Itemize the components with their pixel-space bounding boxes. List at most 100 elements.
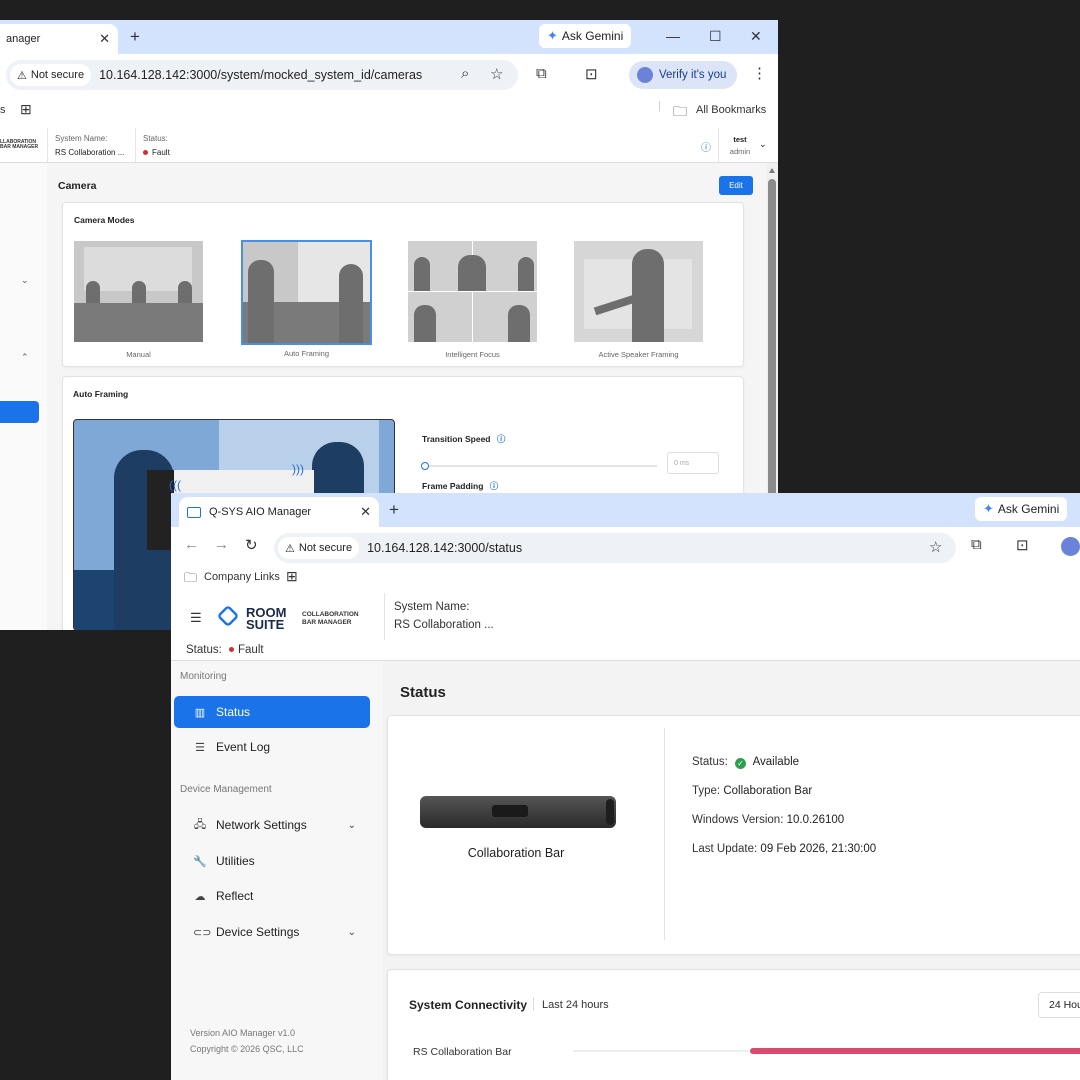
sidebar-section-device-management: Device Management [180,784,272,795]
not-secure-chip[interactable]: ⚠ Not secure [278,537,360,559]
all-bookmarks-link[interactable]: All Bookmarks [696,104,766,116]
apps-grid-icon[interactable]: ⊞ [286,568,298,585]
zoom-search-icon[interactable]: ⌕ [461,65,469,82]
mode-active-speaker-thumbnail[interactable] [574,241,703,342]
mode-auto-framing-thumbnail[interactable] [241,240,372,345]
gemini-star-icon: ✦ [983,501,994,516]
ask-gemini-button[interactable]: ✦ Ask Gemini [539,24,632,48]
sidebar-item-reflect[interactable]: ☁ Reflect [174,880,370,912]
app-header: LLABORATION BAR MANAGER System Name: RS … [0,128,778,163]
device-name: Collaboration Bar [467,846,565,860]
bookmark-star-icon[interactable]: ☆ [929,538,942,556]
logo-suite: SUITE [246,617,285,632]
extensions-icon[interactable]: ⧉ [536,65,547,82]
slider-thumb[interactable] [421,462,429,470]
folder-icon: 🗀 [673,103,687,119]
close-tab-icon[interactable]: ✕ [360,504,371,520]
frame-padding-label: Frame Padding [422,481,484,491]
url-text: 10.164.128.142:3000/system/mocked_system… [99,68,423,82]
system-name-block: System Name: RS Collaboration ... [394,601,494,631]
not-secure-chip[interactable]: ⚠ Not secure [10,64,92,86]
connectivity-bar [750,1048,1080,1054]
bookmark-item[interactable]: s [0,104,6,116]
profile-avatar-icon[interactable] [1061,537,1080,556]
sidebar-item-event-log[interactable]: ☰ Event Log [174,731,370,763]
tab-camera-page[interactable]: anager ✕ [0,24,118,54]
apps-grid-icon[interactable]: ⊞ [20,101,32,118]
mode-intelligent-focus-thumbnail[interactable] [408,241,537,342]
menu-kebab-icon[interactable]: ⋮ [752,64,767,82]
ask-gemini-label: Ask Gemini [561,29,624,43]
info-icon[interactable]: ⓘ [497,434,506,444]
detail-status-label: Status: [692,756,728,768]
transition-speed-value: 0 ms [674,459,690,467]
chevron-down-icon[interactable]: ⌄ [759,139,767,150]
logo-subtitle: COLLABORATION BAR MANAGER [302,611,359,627]
chevron-down-icon[interactable]: ⌄ [348,820,356,831]
back-arrow-icon[interactable]: ← [184,536,199,553]
tab-title: Q-SYS AIO Manager [209,506,312,518]
status-main: Status Collaboration Bar Status: ✓ Avail… [383,661,1080,1080]
version-text: Version AIO Manager v1.0 [190,1028,296,1038]
new-tab-icon[interactable]: + [130,27,140,47]
close-tab-icon[interactable]: ✕ [99,31,110,47]
time-range-select[interactable]: 24 Hou [1038,992,1080,1018]
sidebar-partial: ⌄ ⌃ [0,163,47,630]
help-icon[interactable]: ⓘ [701,139,711,154]
extensions-icon[interactable]: ⧉ [971,536,982,553]
connectivity-row-label: RS Collaboration Bar [413,1046,512,1058]
forward-arrow-icon[interactable]: → [214,536,229,553]
close-window-icon[interactable]: ✕ [750,28,762,45]
mode-manual-thumbnail[interactable] [74,241,203,342]
sidebar-item-camera-active[interactable] [0,401,39,423]
info-icon[interactable]: ⓘ [490,481,499,491]
sidebar-item-utilities[interactable]: 🔧 Utilities [174,845,370,877]
room-suite-wordmark: ROOM SUITE [246,606,286,632]
tab-status-page[interactable]: Q-SYS AIO Manager ✕ [179,497,379,527]
transition-speed-slider[interactable] [421,462,657,470]
copyright-text: Copyright © 2026 QSC, LLC [190,1044,304,1054]
cloud-icon: ☁ [194,890,206,903]
divider: | [658,100,661,112]
sidebar-item-label: Status [216,705,251,719]
lens-search-icon[interactable]: ⊡ [1016,536,1029,554]
status-block: Status: Fault [186,644,264,656]
address-bar[interactable]: ⚠ Not secure 10.164.128.142:3000/system/… [6,60,518,90]
frame-padding-row: Frame Padding ⓘ [422,480,498,492]
minimize-icon[interactable]: — [666,28,680,44]
url-text: 10.164.128.142:3000/status [367,541,523,555]
chevron-down-icon[interactable]: ⌄ [21,275,29,286]
connectivity-range-label: Last 24 hours [542,999,609,1011]
sidebar-item-network-settings[interactable]: 🖧 Network Settings ⌄ [174,809,370,841]
company-links-bookmark[interactable]: Company Links [204,571,280,583]
maximize-icon[interactable]: ☐ [709,28,722,45]
sidebar-item-label: Reflect [216,889,254,903]
transition-speed-label: Transition Speed [422,434,491,444]
system-name-value: RS Collaboration ... [55,148,125,157]
status-browser-window: Q-SYS AIO Manager ✕ + ✦ Ask Gemini ← → ↻… [171,493,1080,1080]
fault-dot-icon [143,150,148,156]
bookmark-star-icon[interactable]: ☆ [490,65,503,83]
chevron-up-icon[interactable]: ⌃ [21,352,29,363]
warning-icon: ⚠ [17,69,27,82]
mode-intelligent-focus-label: Intelligent Focus [445,350,500,359]
detail-windows-value: 10.0.26100 [786,814,845,826]
sidebar-toggle-icon[interactable]: ☰ [190,610,202,626]
address-bar[interactable]: ⚠ Not secure 10.164.128.142:3000/status … [274,533,956,563]
status-label: Status: [143,134,168,143]
list-icon: ☰ [195,741,205,754]
transition-speed-input[interactable]: 0 ms [667,452,719,474]
edit-button[interactable]: Edit [719,176,753,195]
fault-dot-icon [229,647,235,653]
detail-windows-label: Windows Version: [692,814,784,826]
user-menu[interactable]: test admin [726,135,754,156]
ask-gemini-button[interactable]: ✦ Ask Gemini [975,497,1068,521]
sidebar-item-device-settings[interactable]: ⊂⊃ Device Settings ⌄ [174,916,370,948]
sidebar-item-status[interactable]: ▥ Status [174,696,370,728]
new-tab-icon[interactable]: + [389,500,399,520]
chevron-down-icon[interactable]: ⌄ [348,927,356,938]
lens-search-icon[interactable]: ⊡ [585,65,598,83]
verify-profile-button[interactable]: Verify it's you [629,61,737,89]
not-secure-label: Not secure [298,542,353,554]
reload-icon[interactable]: ↻ [245,536,258,554]
